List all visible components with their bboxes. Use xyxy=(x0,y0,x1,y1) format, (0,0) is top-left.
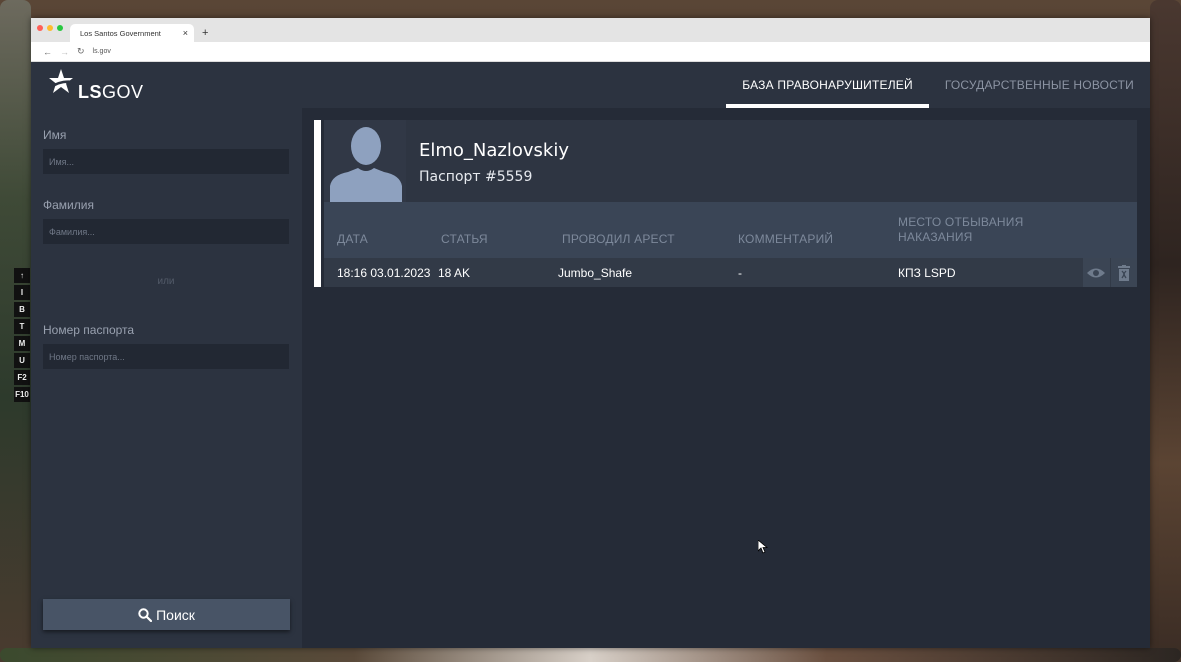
col-place: МЕСТО ОТБЫВАНИЯ НАКАЗАНИЯ xyxy=(898,215,1023,245)
table-row: 18:16 03.01.2023 18 AK Jumbo_Shafe - КПЗ… xyxy=(324,258,1137,287)
hud-key: T xyxy=(14,319,30,334)
view-button[interactable] xyxy=(1083,258,1110,287)
user-silhouette-icon xyxy=(324,120,406,202)
game-background-right xyxy=(1150,0,1181,662)
col-place-line1: МЕСТО ОТБЫВАНИЯ xyxy=(898,215,1024,229)
last-name-input[interactable] xyxy=(43,219,289,244)
logo-bold: LS xyxy=(78,82,103,102)
offender-passport: Паспорт #5559 xyxy=(419,169,533,185)
app-body: Имя Фамилия или Номер паспорта Поиск xyxy=(31,108,1150,648)
search-button-label: Поиск xyxy=(156,606,195,623)
ls-gov-logo[interactable]: LSGOV xyxy=(48,68,144,103)
results-panel: Elmo_Nazlovskiy Паспорт #5559 ДАТА СТАТЬ… xyxy=(302,108,1150,648)
main-nav: БАЗА ПРАВОНАРУШИТЕЛЕЙ ГОСУДАРСТВЕННЫЕ НО… xyxy=(726,62,1150,108)
cell-place: КПЗ LSPD xyxy=(898,266,956,280)
col-place-line2: НАКАЗАНИЯ xyxy=(898,230,973,244)
new-tab-button[interactable]: + xyxy=(202,24,208,42)
logo-light: GOV xyxy=(102,82,144,102)
maximize-window-icon[interactable] xyxy=(57,25,63,31)
minimize-window-icon[interactable] xyxy=(47,25,53,31)
browser-window: Los Santos Government × + ← → ↻ ls.gov L… xyxy=(31,18,1150,648)
hud-key: B xyxy=(14,302,30,317)
reload-icon[interactable]: ↻ xyxy=(77,46,85,57)
avatar xyxy=(324,120,406,202)
logo-text: LSGOV xyxy=(78,82,144,103)
close-window-icon[interactable] xyxy=(37,25,43,31)
tab-title: Los Santos Government xyxy=(80,28,161,38)
first-name-label: Имя xyxy=(43,128,67,142)
passport-input[interactable] xyxy=(43,344,289,369)
back-arrow-icon[interactable]: ← xyxy=(43,47,52,57)
nav-state-news[interactable]: ГОСУДАРСТВЕННЫЕ НОВОСТИ xyxy=(929,62,1150,108)
star-icon xyxy=(49,69,74,93)
cell-officer: Jumbo_Shafe xyxy=(558,266,633,280)
or-separator: или xyxy=(157,276,175,287)
offender-name: Elmo_Nazlovskiy xyxy=(419,140,569,161)
tab-bar: Los Santos Government × + xyxy=(31,18,1150,42)
hud-key: U xyxy=(14,353,30,368)
mouse-cursor-icon xyxy=(758,540,768,554)
eye-icon xyxy=(1087,268,1106,277)
col-date: ДАТА xyxy=(337,232,368,246)
hud-key: F2 xyxy=(14,370,30,385)
hud-key: F10 xyxy=(14,387,30,402)
hud-keybinds: ↑ I B T M U F2 F10 xyxy=(14,268,30,404)
search-sidebar: Имя Фамилия или Номер паспорта Поиск xyxy=(31,108,302,648)
row-actions xyxy=(1082,258,1137,287)
nav-offenders-db[interactable]: БАЗА ПРАВОНАРУШИТЕЛЕЙ xyxy=(726,62,929,108)
passport-label: Номер паспорта xyxy=(43,323,135,337)
col-officer: ПРОВОДИЛ АРЕСТ xyxy=(562,232,675,246)
tab-close-icon[interactable]: × xyxy=(183,28,188,38)
browser-tab[interactable]: Los Santos Government × xyxy=(70,24,194,42)
hud-key: ↑ xyxy=(14,268,30,283)
address-bar: ← → ↻ ls.gov xyxy=(31,42,1150,62)
app-header: LSGOV БАЗА ПРАВОНАРУШИТЕЛЕЙ ГОСУДАРСТВЕН… xyxy=(31,62,1150,108)
cell-comment: - xyxy=(738,266,742,280)
cell-article: 18 AK xyxy=(438,266,471,280)
trash-icon xyxy=(1117,264,1130,281)
record-accent-bar xyxy=(314,120,321,287)
col-article: СТАТЬЯ xyxy=(441,232,488,246)
offender-record: Elmo_Nazlovskiy Паспорт #5559 ДАТА СТАТЬ… xyxy=(314,120,1137,287)
first-name-input[interactable] xyxy=(43,149,289,174)
search-icon xyxy=(138,607,153,622)
hud-key: M xyxy=(14,336,30,351)
forward-arrow-icon[interactable]: → xyxy=(60,47,69,57)
profile-card: Elmo_Nazlovskiy Паспорт #5559 xyxy=(324,120,1137,202)
url-field[interactable]: ls.gov xyxy=(93,48,111,55)
last-name-label: Фамилия xyxy=(43,198,94,212)
cell-date: 18:16 03.01.2023 xyxy=(337,266,431,280)
hud-key: I xyxy=(14,285,30,300)
search-button[interactable]: Поиск xyxy=(43,599,290,630)
col-comment: КОММЕНТАРИЙ xyxy=(738,232,834,246)
game-background-bottom xyxy=(0,648,1181,662)
window-controls xyxy=(37,25,63,31)
table-header: ДАТА СТАТЬЯ ПРОВОДИЛ АРЕСТ КОММЕНТАРИЙ М… xyxy=(324,202,1137,258)
delete-button[interactable] xyxy=(1110,258,1137,287)
